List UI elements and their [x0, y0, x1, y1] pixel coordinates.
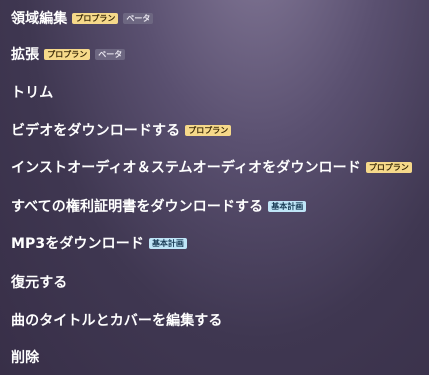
basic-plan-badge: 基本計画	[148, 237, 187, 249]
pro-plan-badge: プロプラン	[185, 124, 232, 136]
beta-badge: ベータ	[123, 12, 154, 24]
track-options-menu: 領域編集 プロプラン ベータ 拡張 プロプラン ベータ トリム ビデオをダウンロ…	[0, 0, 429, 375]
menu-item-label: すべての権利証明書をダウンロードする	[11, 199, 264, 215]
menu-item-download-mp3[interactable]: MP3をダウンロード 基本計画	[11, 233, 187, 253]
menu-item-label: MP3をダウンロード	[11, 236, 144, 252]
menu-item-label: ビデオをダウンロードする	[11, 123, 181, 139]
menu-item-label: 領域編集	[11, 11, 68, 27]
menu-item-extend[interactable]: 拡張 プロプラン ベータ	[11, 44, 126, 64]
menu-item-label: 拡張	[11, 47, 40, 63]
pro-plan-badge: プロプラン	[72, 12, 119, 24]
menu-item-trim[interactable]: トリム	[11, 82, 53, 102]
menu-item-region-edit[interactable]: 領域編集 プロプラン ベータ	[11, 8, 154, 28]
menu-item-download-rights-certificate[interactable]: すべての権利証明書をダウンロードする 基本計画	[11, 196, 307, 216]
menu-item-edit-title-cover[interactable]: 曲のタイトルとカバーを編集する	[11, 310, 223, 330]
menu-item-label: 復元する	[11, 275, 68, 291]
menu-item-download-video[interactable]: ビデオをダウンロードする プロプラン	[11, 120, 232, 140]
pro-plan-badge: プロプラン	[44, 48, 91, 60]
menu-item-label: 削除	[11, 350, 40, 366]
beta-badge: ベータ	[95, 48, 126, 60]
menu-item-restore[interactable]: 復元する	[11, 272, 67, 292]
menu-item-delete[interactable]: 削除	[11, 347, 39, 367]
pro-plan-badge: プロプラン	[365, 161, 412, 173]
menu-item-label: インストオーディオ＆ステムオーディオをダウンロード	[11, 160, 361, 176]
menu-item-label: 曲のタイトルとカバーを編集する	[11, 313, 223, 329]
menu-item-label: トリム	[11, 85, 54, 101]
menu-item-download-stems[interactable]: インストオーディオ＆ステムオーディオをダウンロード プロプラン	[11, 157, 412, 177]
basic-plan-badge: 基本計画	[268, 200, 307, 212]
